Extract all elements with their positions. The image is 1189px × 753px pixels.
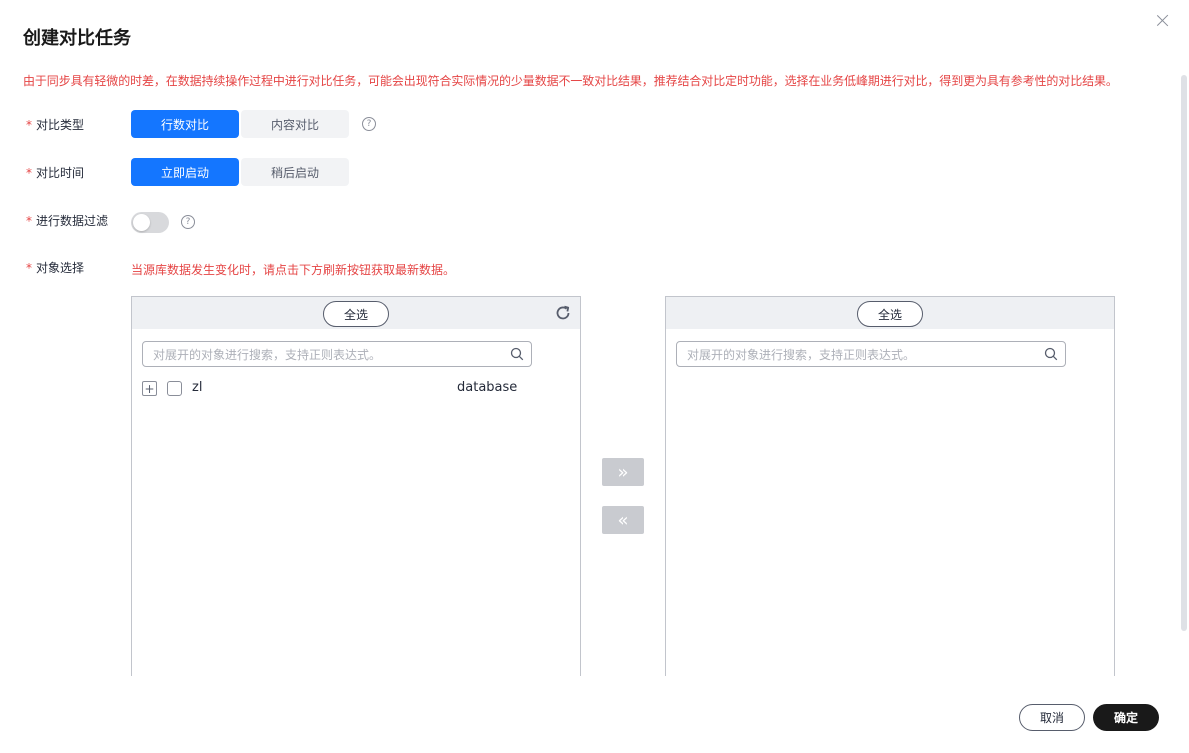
required-mark: * [26,166,32,180]
expand-icon[interactable]: + [142,381,157,396]
toggle-knob [133,214,150,231]
move-right-button[interactable]: » [602,458,644,486]
object-select-hint: 当源库数据发生变化时，请点击下方刷新按钮获取最新数据。 [131,263,456,277]
selected-search-input[interactable]: 对展开的对象进行搜索，支持正则表达式。 [676,341,1066,367]
source-objects-panel: 全选 对展开的对象进行搜索，支持正则表达式。 + zl database [131,296,581,676]
node-checkbox[interactable] [167,381,182,396]
compare-time-label: * 对比时间 [26,166,85,180]
compare-type-label: * 对比类型 [26,118,85,132]
source-search-input[interactable]: 对展开的对象进行搜索，支持正则表达式。 [142,341,532,367]
compare-time-now[interactable]: 立即启动 [131,158,239,186]
tree-node: + zl database [142,380,572,398]
data-filter-toggle[interactable] [131,212,169,233]
required-mark: * [26,118,32,132]
search-icon [510,347,524,361]
compare-type-content[interactable]: 内容对比 [241,110,349,138]
compare-type-row-count[interactable]: 行数对比 [131,110,239,138]
create-compare-task-dialog: 创建对比任务 由于同步具有轻微的时差，在数据持续操作过程中进行对比任务，可能会出… [0,0,1189,753]
search-icon [1044,347,1058,361]
select-all-button[interactable]: 全选 [323,301,389,327]
refresh-icon[interactable] [554,304,572,322]
help-icon[interactable]: ? [181,215,195,229]
compare-time-later[interactable]: 稍后启动 [241,158,349,186]
scrollbar[interactable] [1181,75,1187,631]
panel-header: 全选 [666,297,1114,329]
required-mark: * [26,261,32,275]
ok-button[interactable]: 确定 [1093,704,1159,731]
required-mark: * [26,214,32,228]
panel-header: 全选 [132,297,580,329]
close-icon[interactable] [1154,12,1172,30]
move-left-button[interactable]: « [602,506,644,534]
dialog-title: 创建对比任务 [23,28,131,49]
node-type: database [457,380,518,395]
node-name: zl [192,380,203,395]
cancel-button[interactable]: 取消 [1019,704,1085,731]
data-filter-label: * 进行数据过滤 [26,214,109,228]
select-all-button[interactable]: 全选 [857,301,923,327]
help-icon[interactable]: ? [362,117,376,131]
object-select-label: * 对象选择 [26,261,85,275]
warning-text: 由于同步具有轻微的时差，在数据持续操作过程中进行对比任务，可能会出现符合实际情况… [23,74,1118,88]
selected-objects-panel: 全选 对展开的对象进行搜索，支持正则表达式。 [665,296,1115,676]
